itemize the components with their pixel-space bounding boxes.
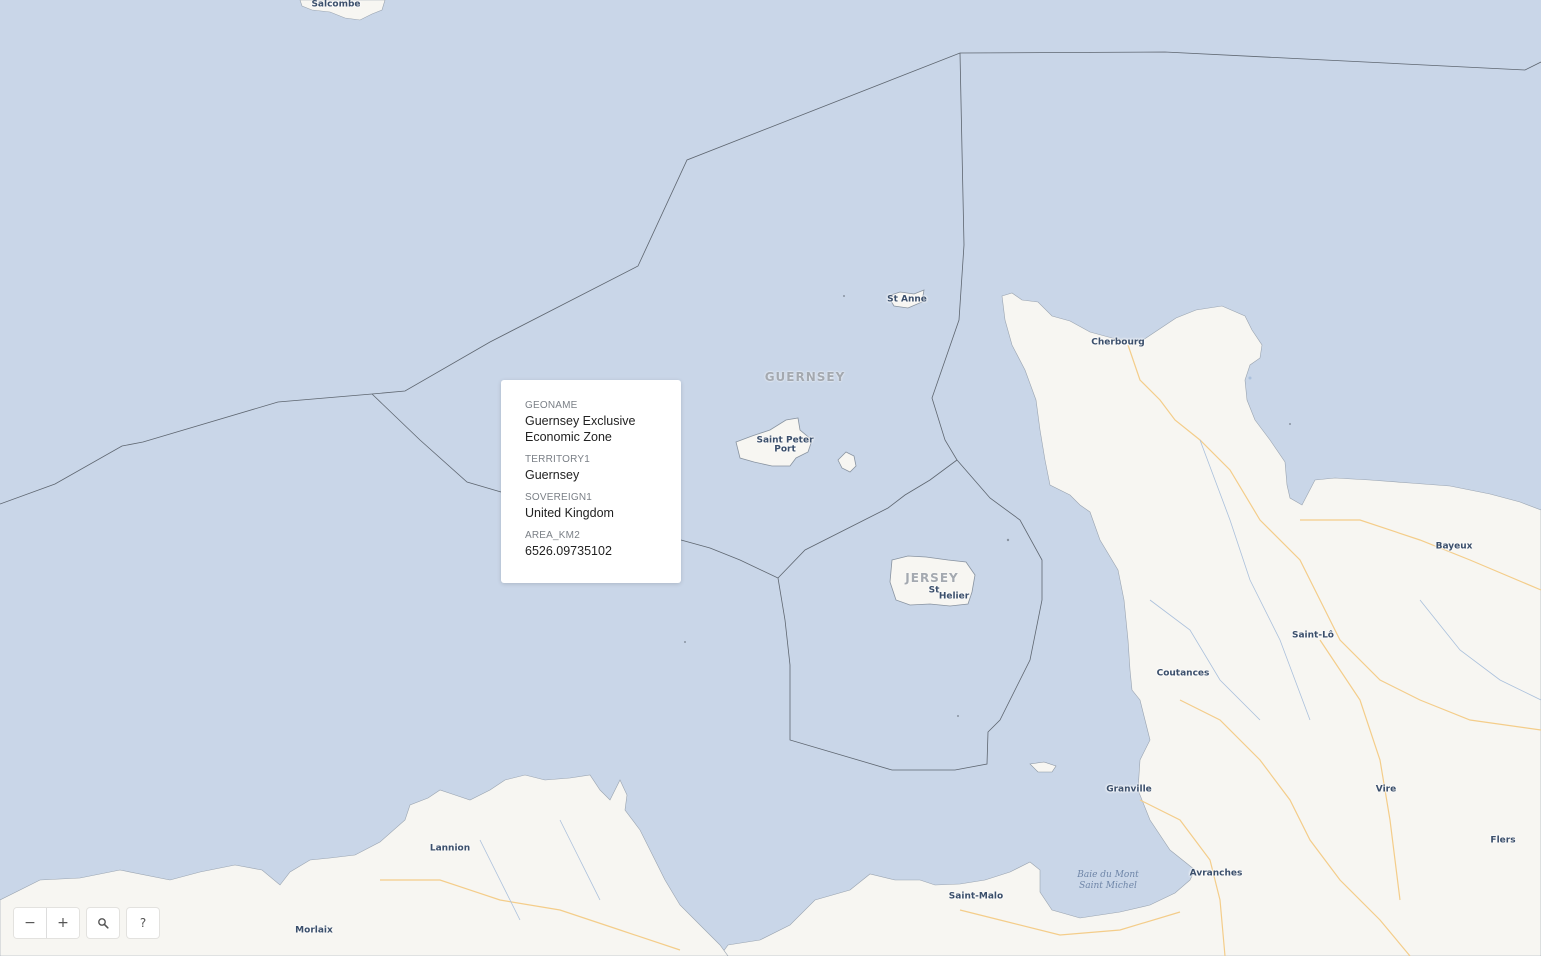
water-label-baie-du-mont: Baie du Mont Saint Michel [1077,870,1139,892]
popup-key-geoname: GEONAME [525,400,578,411]
zoom-out-button[interactable]: − [14,908,46,938]
popup-value-sovereign1: United Kingdom [525,506,614,520]
region-jersey: JERSEY [905,571,959,585]
land-normandy [719,292,1541,956]
place-st-helier-line2: Helier [938,591,970,602]
popup-value-geoname: Guernsey Exclusive Economic Zone [525,414,636,444]
map-layer [0,0,1541,956]
islet-5 [1289,423,1291,425]
place-saint-malo: Saint-Malo [948,891,1004,902]
place-cherbourg: Cherbourg [1091,337,1145,348]
popup-key-territory1: TERRITORY1 [525,454,590,465]
place-coutances: Coutances [1156,668,1210,679]
place-saint-lo: Saint-Lô [1291,630,1335,641]
popup-key-sovereign1: SOVEREIGN1 [525,492,593,503]
place-avranches: Avranches [1189,868,1243,879]
place-salcombe: Salcombe [311,0,361,10]
place-st-helier-line1: St [928,585,940,596]
water-label-line1: Baie du Mont [1077,870,1139,880]
search-button[interactable] [87,908,119,938]
map-canvas[interactable]: Salcombe St Anne Cherbourg Saint Peter P… [0,0,1541,956]
place-lannion: Lannion [429,843,471,854]
region-guernsey: GUERNSEY [764,370,846,384]
place-bayeux: Bayeux [1435,541,1473,552]
zoom-in-button[interactable]: + [46,908,79,938]
place-granville: Granville [1106,784,1152,795]
place-saint-peter-port-line2: Port [774,444,796,455]
place-flers: Flers [1490,835,1516,846]
popup-value-area-km2: 6526.09735102 [525,544,612,558]
feature-popup: GEONAME Guernsey Exclusive Economic Zone… [501,380,681,583]
islet-1 [843,295,845,297]
map-controls: − + ? [14,908,159,938]
popup-key-area-km2: AREA_KM2 [525,530,580,541]
water-label-line2: Saint Michel [1079,881,1137,891]
popup-value-territory1: Guernsey [525,468,580,482]
islet-4 [1006,538,1010,542]
islet-6 [1248,376,1252,380]
zoom-control-group: − + [14,908,79,938]
islet-3 [957,715,959,717]
place-st-anne: St Anne [887,294,927,305]
land-sark [837,451,857,473]
islet-2 [684,641,686,643]
place-morlaix: Morlaix [295,925,333,936]
search-icon [98,918,109,929]
help-button[interactable]: ? [127,908,159,938]
land-chausey [1029,761,1057,773]
place-vire: Vire [1375,784,1397,795]
